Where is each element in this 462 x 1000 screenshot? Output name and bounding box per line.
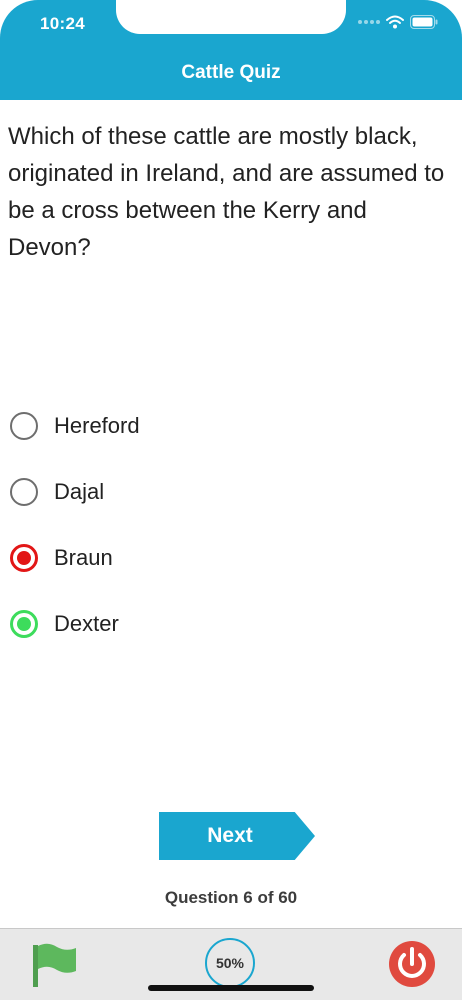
signal-dots-icon [358,20,380,24]
score-percent-indicator: 50% [205,938,255,988]
radio-unselected-icon[interactable] [10,412,38,440]
status-icons [358,15,438,29]
question-progress: Question 6 of 60 [164,888,298,907]
app-header: 10:24 Cattle Quiz [0,0,462,100]
answer-options: Hereford Dajal Braun Dexter [10,404,450,668]
wifi-icon [386,15,404,29]
option-label: Hereford [54,413,140,438]
option-hereford[interactable]: Hereford [10,404,450,448]
option-dexter[interactable]: Dexter [10,602,450,646]
battery-icon [410,15,438,29]
radio-correct-icon[interactable] [10,610,38,638]
flag-icon[interactable] [30,941,78,987]
radio-incorrect-icon[interactable] [10,544,38,572]
question-text: Which of these cattle are mostly black, … [8,123,445,261]
power-icon[interactable] [388,940,436,988]
option-label: Dajal [54,479,105,504]
option-braun[interactable]: Braun [10,536,450,580]
radio-unselected-icon[interactable] [10,478,38,506]
option-label: Dexter [54,611,119,636]
page-title: Cattle Quiz [181,62,281,83]
status-time: 10:24 [40,14,85,33]
next-button[interactable]: Next [159,812,315,860]
option-label: Braun [54,545,113,570]
option-dajal[interactable]: Dajal [10,470,450,514]
home-indicator[interactable] [148,985,314,991]
device-notch [116,0,346,34]
